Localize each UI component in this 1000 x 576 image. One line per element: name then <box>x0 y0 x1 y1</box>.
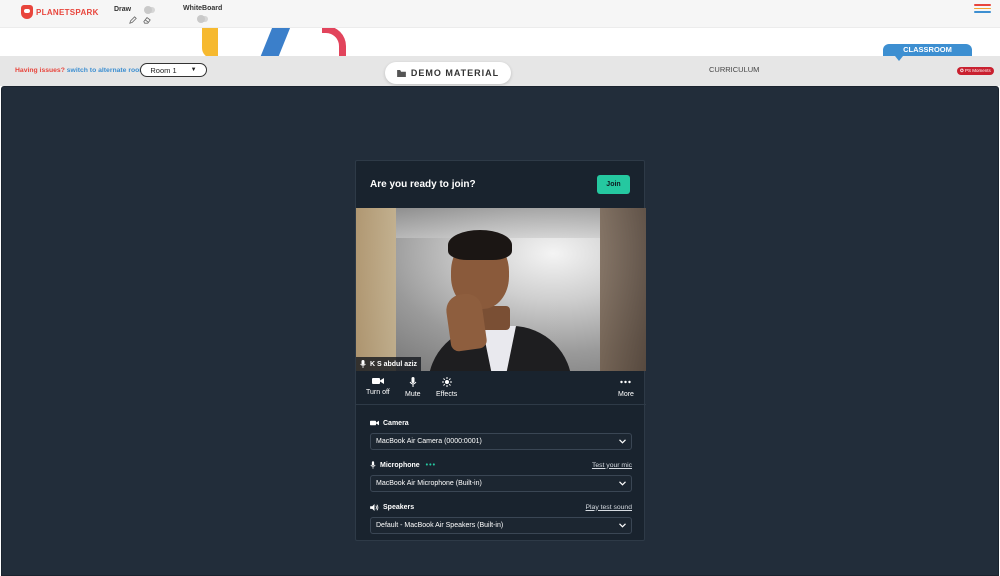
audio-level-indicator-icon: ••• <box>425 461 437 469</box>
issues-notice: Having issues? switch to alternate room <box>15 67 145 74</box>
video-camera-icon <box>371 378 384 384</box>
demo-material-button[interactable]: DEMO MATERIAL <box>385 62 511 84</box>
dialog-header: Are you ready to join? Join <box>356 161 644 208</box>
whiteboard-toggle[interactable] <box>196 15 208 23</box>
draw-control: Draw <box>114 5 156 24</box>
speakers-select-value: Default - MacBook Air Speakers (Built-in… <box>376 522 504 529</box>
logo-mark-icon <box>21 5 33 19</box>
mute-button[interactable]: Mute <box>405 377 421 398</box>
ps-moments-icon: ✪ <box>960 68 964 73</box>
planetspark-logo[interactable]: PLANETSPARK <box>21 4 99 20</box>
camera-select[interactable]: MacBook Air Camera (0000:0001) <box>370 433 632 450</box>
logo-text: PLANETSPARK <box>36 7 99 17</box>
yellow-arc-decoration <box>202 28 218 56</box>
red-arc-decoration <box>322 28 346 56</box>
eraser-icon[interactable] <box>142 16 151 24</box>
camera-preview: K S abdul aziz <box>356 208 646 371</box>
camera-select-value: MacBook Air Camera (0000:0001) <box>376 438 482 445</box>
top-header: PLANETSPARK Draw WhiteBoard <box>0 0 1000 28</box>
room-nav-bar: Having issues? switch to alternate room … <box>0 56 1000 86</box>
draw-toggle[interactable] <box>144 6 156 14</box>
test-mic-link[interactable]: Test your mic <box>592 462 632 469</box>
blue-stripe-decoration <box>259 28 291 56</box>
microphone-icon <box>360 360 366 368</box>
mute-label: Mute <box>405 391 421 398</box>
play-test-sound-link[interactable]: Play test sound <box>586 504 632 511</box>
caret-down-icon: ▼ <box>190 67 197 73</box>
ps-moments-badge[interactable]: ✪ PS Moments <box>957 67 994 75</box>
microphone-setting: Microphone ••• Test your mic MacBook Air… <box>370 459 632 492</box>
speakers-setting: Speakers Play test sound Default - MacBo… <box>370 501 632 534</box>
room-select[interactable]: Room 1 ▼ <box>140 63 207 77</box>
ps-moments-label: PS Moments <box>965 68 991 73</box>
microphone-icon <box>370 461 376 469</box>
draw-label: Draw <box>114 5 132 13</box>
more-dots-icon <box>620 380 632 384</box>
pre-join-dialog: Are you ready to join? Join K S abdul az… <box>355 160 646 543</box>
media-controls: Turn off Mute Effects More <box>356 371 646 405</box>
camera-setting: Camera MacBook Air Camera (0000:0001) <box>370 417 632 450</box>
microphone-icon <box>409 377 417 387</box>
microphone-label: Microphone <box>380 461 420 469</box>
join-button[interactable]: Join <box>597 175 630 194</box>
chevron-down-icon <box>619 481 626 486</box>
microphone-select-value: MacBook Air Microphone (Built-in) <box>376 480 482 487</box>
whiteboard-label: WhiteBoard <box>183 5 223 12</box>
turn-off-label: Turn off <box>366 389 390 396</box>
hamburger-menu-icon[interactable] <box>974 4 991 13</box>
tab-classroom[interactable]: CLASSROOM <box>883 44 972 61</box>
camera-label: Camera <box>383 419 409 427</box>
switch-room-link[interactable]: switch to alternate room <box>67 67 146 74</box>
tab-curriculum[interactable]: CURRICULUM <box>709 65 759 74</box>
chevron-down-icon <box>619 523 626 528</box>
whiteboard-control: WhiteBoard <box>183 5 223 23</box>
issues-question: Having issues? <box>15 67 65 74</box>
room-select-value: Room 1 <box>150 65 177 75</box>
turn-off-camera-button[interactable]: Turn off <box>366 377 390 396</box>
folder-icon <box>396 69 406 77</box>
dialog-title: Are you ready to join? <box>370 179 476 190</box>
chevron-down-icon <box>619 439 626 444</box>
pencil-icon[interactable] <box>128 16 137 24</box>
speakers-select[interactable]: Default - MacBook Air Speakers (Built-in… <box>370 517 632 534</box>
device-settings: Camera MacBook Air Camera (0000:0001) Mi… <box>370 417 632 543</box>
speaker-icon <box>370 503 379 511</box>
microphone-select[interactable]: MacBook Air Microphone (Built-in) <box>370 475 632 492</box>
demo-material-label: DEMO MATERIAL <box>410 68 500 78</box>
more-options-button[interactable]: More <box>618 377 634 398</box>
more-label: More <box>618 391 634 398</box>
participant-name-tag: K S abdul aziz <box>356 357 422 371</box>
sparkle-icon <box>441 377 452 387</box>
effects-button[interactable]: Effects <box>436 377 457 398</box>
effects-label: Effects <box>436 391 458 398</box>
video-camera-icon <box>370 420 379 426</box>
speakers-label: Speakers <box>383 503 415 511</box>
participant-name: K S abdul aziz <box>370 360 418 368</box>
decorative-banner <box>0 28 1000 56</box>
